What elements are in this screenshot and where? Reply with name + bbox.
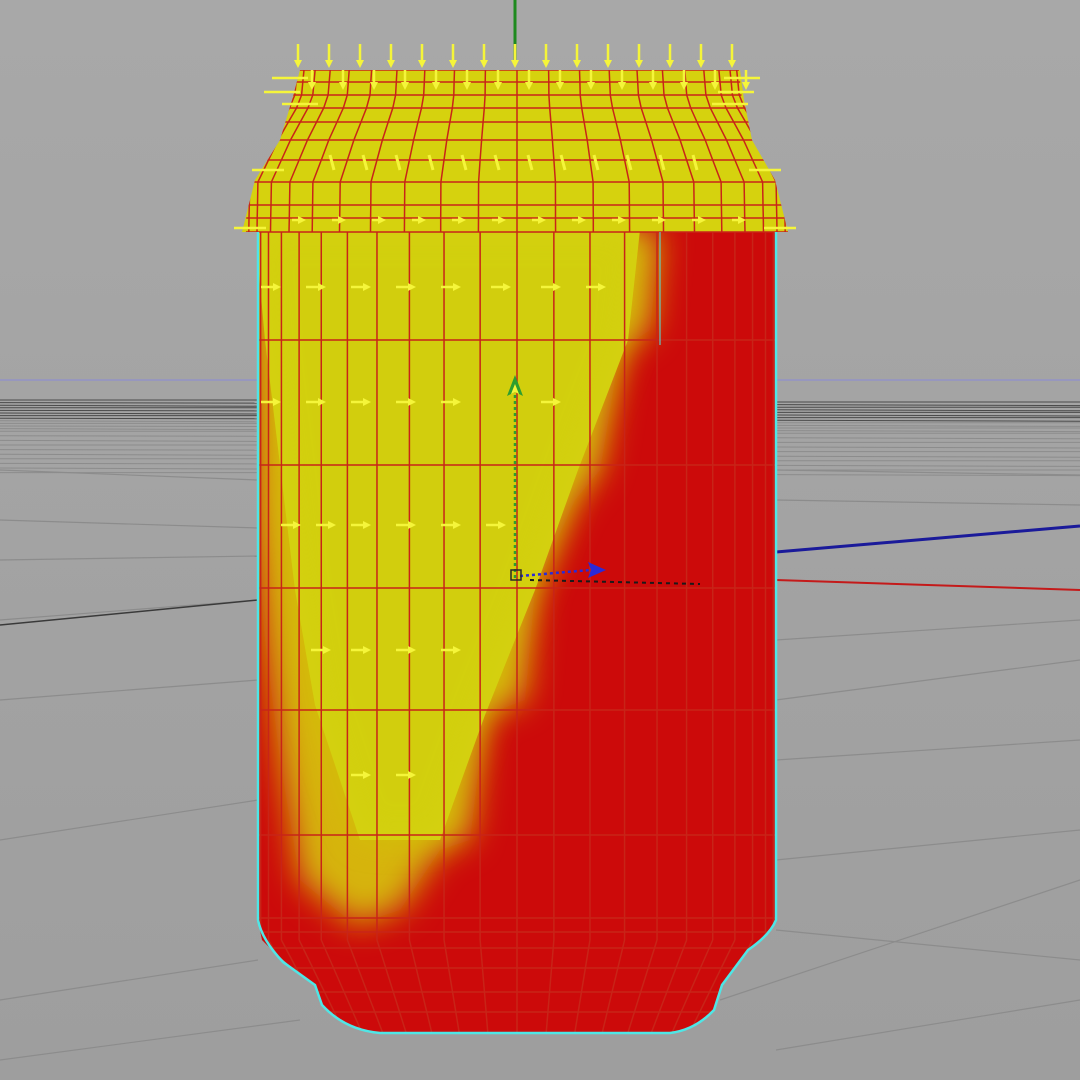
can-mesh[interactable] (230, 44, 810, 1050)
grid-line (0, 417, 259, 420)
top-paint (242, 70, 788, 232)
viewport-canvas[interactable] (0, 0, 1080, 1080)
grid-line (0, 435, 259, 437)
grid-line (0, 462, 259, 465)
3d-viewport[interactable] (0, 0, 1080, 1080)
grid-line (0, 409, 259, 412)
can-body[interactable] (240, 220, 800, 1050)
grid-line (0, 402, 259, 404)
grid-line (0, 425, 259, 427)
grid-line (0, 449, 259, 451)
can-top[interactable] (230, 60, 810, 240)
